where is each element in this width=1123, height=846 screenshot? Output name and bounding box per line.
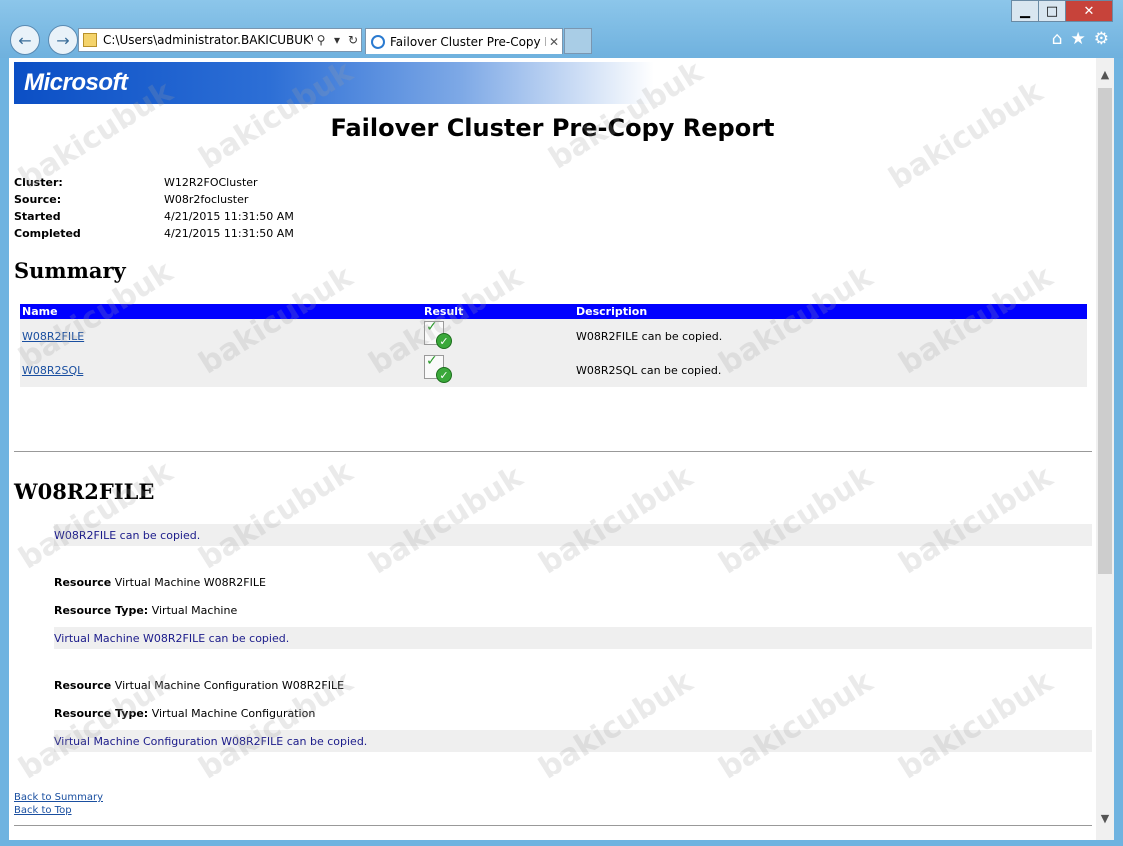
close-button[interactable]: ✕: [1065, 0, 1113, 22]
resource-status: Virtual Machine W08R2FILE can be copied.: [54, 627, 1092, 649]
meta-row: Source: W08r2focluster: [14, 193, 249, 206]
summary-link-w08r2file[interactable]: W08R2FILE: [22, 330, 84, 343]
ie-icon: [371, 34, 385, 49]
section-heading: W08R2FILE: [14, 479, 155, 504]
favorites-star-icon[interactable]: ★: [1071, 29, 1086, 49]
scrollbar-thumb[interactable]: [1098, 88, 1112, 574]
scroll-down-icon[interactable]: ▼: [1096, 812, 1114, 830]
page-viewport: Microsoft Failover Cluster Pre-Copy Repo…: [9, 58, 1096, 840]
report-meta: Cluster: W12R2FOCluster Source: W08r2foclu…: [14, 174, 294, 242]
settings-gear-icon[interactable]: ⚙: [1094, 29, 1109, 49]
page-title: Failover Cluster Pre-Copy Report: [330, 114, 775, 142]
browser-chrome: ▁ □ ✕ ← → C:\Users\administrator.BAKICUB…: [0, 0, 1123, 58]
watermark: bakicubuk: [362, 459, 529, 582]
toolbar-icons: ⌂ ★ ⚙: [1052, 29, 1109, 49]
minimize-button[interactable]: ▁: [1011, 0, 1039, 22]
watermark: bakicubuk: [192, 454, 359, 577]
resource-line: Resource Virtual Machine W08R2FILE: [54, 576, 266, 589]
microsoft-logo: Microsoft: [24, 69, 128, 96]
column-header-description: Description: [574, 304, 1087, 319]
scroll-up-icon[interactable]: ▲: [1096, 68, 1114, 86]
table-row: W08R2FILE ✓ ✓ W08R2FILE can be copied.: [20, 319, 1087, 353]
forward-button[interactable]: →: [48, 25, 78, 55]
section-status: W08R2FILE can be copied.: [54, 524, 1092, 546]
summary-header-row: Name Result Description: [20, 304, 1087, 319]
maximize-button[interactable]: □: [1038, 0, 1066, 22]
browser-tab[interactable]: Failover Cluster Pre-Copy R... ✕: [365, 28, 563, 54]
back-to-summary-link[interactable]: Back to Summary: [14, 792, 103, 803]
success-document-icon: ✓ ✓: [424, 353, 452, 383]
row-description: W08R2SQL can be copied.: [574, 353, 1087, 387]
microsoft-banner: Microsoft: [14, 62, 654, 104]
resource-status: Virtual Machine Configuration W08R2FILE …: [54, 730, 1092, 752]
watermark: bakicubuk: [892, 664, 1059, 787]
dropdown-arrow-icon[interactable]: ▾: [329, 33, 345, 47]
resource-type-line: Resource Type: Virtual Machine: [54, 604, 238, 617]
address-url[interactable]: C:\Users\administrator.BAKICUBUK\Ap: [103, 33, 313, 47]
back-button[interactable]: ←: [10, 25, 40, 55]
divider: [14, 451, 1092, 452]
column-header-result: Result: [422, 304, 574, 319]
row-description: W08R2FILE can be copied.: [574, 319, 1087, 353]
vertical-scrollbar[interactable]: ▲ ▼: [1096, 58, 1114, 840]
watermark: bakicubuk: [712, 459, 879, 582]
back-to-top-link[interactable]: Back to Top: [14, 805, 72, 816]
watermark: bakicubuk: [12, 454, 179, 577]
success-document-icon: ✓ ✓: [424, 319, 452, 349]
divider: [14, 825, 1092, 826]
resource-type-line: Resource Type: Virtual Machine Configura…: [54, 707, 316, 720]
summary-heading: Summary: [14, 258, 126, 283]
meta-row: Started 4/21/2015 11:31:50 AM: [14, 210, 294, 223]
table-row: W08R2SQL ✓ ✓ W08R2SQL can be copied.: [20, 353, 1087, 387]
refresh-icon[interactable]: ↻: [345, 33, 361, 47]
meta-row: Completed 4/21/2015 11:31:50 AM: [14, 227, 294, 240]
summary-table: Name Result Description W08R2FILE ✓ ✓ W08…: [20, 304, 1087, 387]
page-icon: [83, 33, 97, 47]
column-header-name: Name: [20, 304, 422, 319]
search-icon[interactable]: ⚲: [313, 33, 329, 47]
close-tab-icon[interactable]: ✕: [546, 35, 562, 49]
resource-line: Resource Virtual Machine Configuration W…: [54, 679, 345, 692]
forward-arrow-icon: →: [56, 30, 70, 50]
address-bar[interactable]: C:\Users\administrator.BAKICUBUK\Ap ⚲ ▾ …: [78, 28, 362, 52]
window-controls: ▁ □ ✕: [1011, 0, 1113, 22]
summary-link-w08r2sql[interactable]: W08R2SQL: [22, 364, 83, 377]
home-icon[interactable]: ⌂: [1052, 29, 1063, 49]
meta-row: Cluster: W12R2FOCluster: [14, 176, 258, 189]
watermark: bakicubuk: [532, 664, 699, 787]
tab-title: Failover Cluster Pre-Copy R...: [390, 34, 546, 49]
watermark: bakicubuk: [712, 664, 879, 787]
back-arrow-icon: ←: [18, 30, 32, 50]
watermark: bakicubuk: [892, 459, 1059, 582]
new-tab-button[interactable]: [564, 28, 592, 54]
watermark: bakicubuk: [532, 459, 699, 582]
